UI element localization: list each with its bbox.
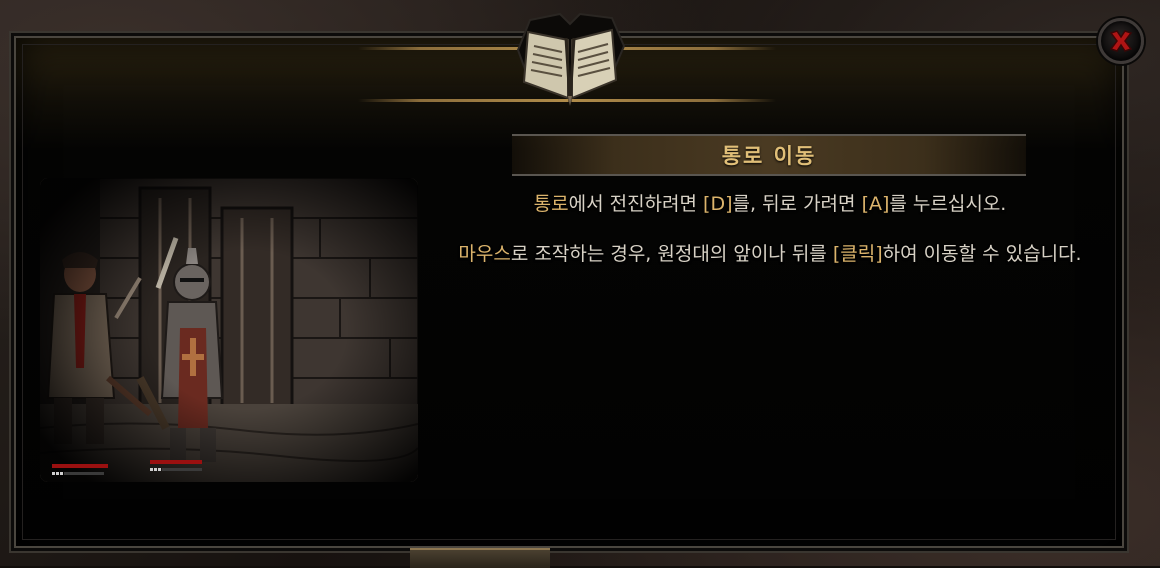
keyword-corridor: 통로 <box>533 193 569 215</box>
title-banner: 통로 이동 <box>512 134 1026 176</box>
instruction-mouse: 마우스로 조작하는 경우, 원정대의 앞이나 뒤를 [클릭]하여 이동할 수 있… <box>428 239 1112 266</box>
instruction-text: 를 누르십시오. <box>889 193 1007 215</box>
party-illustration <box>40 178 418 482</box>
keyword-click: [클릭] <box>832 243 883 265</box>
instruction-text: 하여 이동할 수 있습니다. <box>882 243 1082 265</box>
instruction-text: 에서 전진하려면 <box>568 193 704 215</box>
instruction-text: 를, 뒤로 가려면 <box>732 193 862 215</box>
keyword-mouse: 마우스 <box>458 243 511 265</box>
instruction-text: 로 조작하는 경우, 원정대의 앞이나 뒤를 <box>510 243 833 265</box>
dialog-title: 통로 이동 <box>721 144 817 168</box>
key-a: [A] <box>861 193 890 215</box>
instruction-keyboard: 통로에서 전진하려면 [D]를, 뒤로 가려면 [A]를 누르십시오. <box>428 189 1112 216</box>
open-book-icon <box>510 10 630 106</box>
bottom-tab <box>410 548 550 568</box>
close-x-icon <box>1109 30 1133 52</box>
key-d: [D] <box>703 193 733 215</box>
close-button[interactable] <box>1098 18 1144 64</box>
